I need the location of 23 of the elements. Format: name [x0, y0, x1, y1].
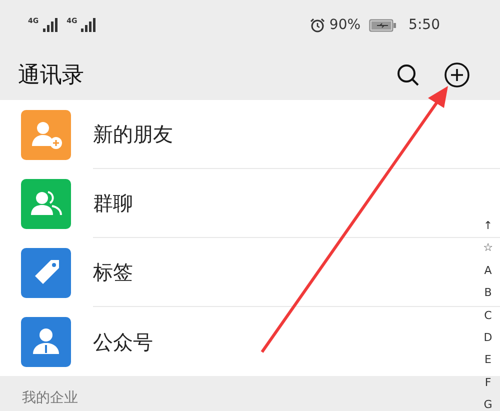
clock-time: 5:50: [408, 16, 440, 34]
index-letter[interactable]: D: [480, 326, 496, 350]
index-letter[interactable]: ↑: [480, 215, 496, 238]
index-letter[interactable]: ☆: [480, 237, 496, 260]
list-item[interactable]: 新的朋友: [93, 119, 173, 149]
list-item[interactable]: 群聊: [93, 188, 133, 218]
index-letter[interactable]: A: [480, 260, 496, 282]
battery-percent: 90%: [329, 16, 361, 34]
battery-icon: [368, 18, 397, 32]
index-letter[interactable]: G: [480, 394, 496, 411]
signal-icon: [81, 18, 98, 32]
index-letter[interactable]: C: [480, 304, 496, 327]
list-item[interactable]: 标签: [93, 257, 133, 287]
page-title: 通讯录: [18, 62, 85, 90]
list-item[interactable]: 公众号: [93, 326, 153, 356]
index-letter[interactable]: B: [480, 282, 496, 305]
index-letter[interactable]: E: [480, 349, 496, 372]
search-button[interactable]: [396, 63, 420, 87]
index-letter[interactable]: F: [480, 372, 496, 394]
add-button[interactable]: [444, 62, 470, 88]
section-header: 我的企业: [22, 390, 78, 407]
alarm-icon: [310, 18, 326, 32]
signal-icon: [42, 18, 59, 32]
